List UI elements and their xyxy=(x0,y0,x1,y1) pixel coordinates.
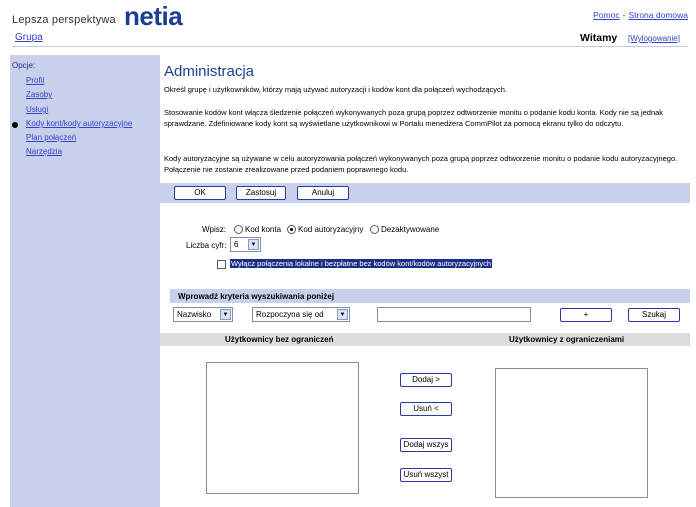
logo-wordmark: netia xyxy=(124,1,183,31)
welcome-text: Witamy xyxy=(580,32,618,44)
logo-tagline: Lepsza perspektywa xyxy=(12,14,116,26)
search-field-select[interactable]: Nazwisko ▼ xyxy=(173,307,233,322)
unrestricted-users-title: Użytkownicy bez ograniczeń xyxy=(225,335,334,344)
radio-authorization-code-label: Kod autoryzacyjny xyxy=(298,225,364,234)
sidebar: Opcje: Profil Zasoby Usługi Kody kont/ko… xyxy=(10,55,160,507)
radio-authorization-code[interactable] xyxy=(287,225,296,234)
search-field-value: Nazwisko xyxy=(177,310,212,319)
sidebar-item-services[interactable]: Usługi xyxy=(26,105,48,114)
digits-select[interactable]: 6 ▼ xyxy=(230,237,261,252)
sidebar-item-profile[interactable]: Profil xyxy=(26,76,44,85)
radio-account-code[interactable] xyxy=(234,225,243,234)
description-intro: Określ grupę i użytkowników, którzy mają… xyxy=(164,85,508,94)
page-title: Administracja xyxy=(164,63,255,80)
chevron-down-icon: ▼ xyxy=(248,239,259,250)
unrestricted-users-list[interactable] xyxy=(206,362,359,494)
cancel-button[interactable]: Anuluj xyxy=(297,186,349,200)
sidebar-item-account-codes[interactable]: Kody kont/kody autoryzacyjne xyxy=(26,119,132,128)
radio-deactivated[interactable] xyxy=(370,225,379,234)
type-label: Wpisz: xyxy=(202,225,226,234)
user-lists-header: Użytkownicy bez ograniczeń Użytkownicy z… xyxy=(160,333,690,346)
remove-user-button[interactable]: Usuń < xyxy=(400,402,452,416)
home-link[interactable]: Strona domowa xyxy=(628,10,688,20)
remove-all-users-button[interactable]: Usuń wszyst xyxy=(400,468,452,482)
digits-select-value: 6 xyxy=(234,240,239,249)
top-links: Pomoc - Strona domowa xyxy=(593,10,688,20)
restricted-users-title: Użytkownicy z ograniczeniami xyxy=(509,335,625,344)
group-link[interactable]: Grupa xyxy=(15,32,43,43)
logout-link[interactable]: [Wylogowanie] xyxy=(628,34,680,43)
add-all-users-button[interactable]: Dodaj wszys xyxy=(400,438,452,452)
action-bar: OK Zastosuj Anuluj xyxy=(160,183,690,203)
apply-button[interactable]: Zastosuj xyxy=(236,186,286,200)
chevron-down-icon: ▼ xyxy=(337,309,348,320)
chevron-down-icon: ▼ xyxy=(220,309,231,320)
search-mode-value: Rozpoczyna się od xyxy=(256,310,324,319)
radio-account-code-label: Kod konta xyxy=(245,225,282,234)
search-button[interactable]: Szukaj xyxy=(628,308,680,322)
sidebar-item-tools[interactable]: Narzędzia xyxy=(26,147,62,156)
radio-deactivated-label: Dezaktywowane xyxy=(381,225,440,234)
search-input[interactable] xyxy=(377,307,531,322)
sidebar-title: Opcje: xyxy=(12,61,36,70)
search-criteria-bar: Wprowadź kryteria wyszukiwania poniżej xyxy=(170,289,690,303)
netia-logo: netia xyxy=(124,1,183,32)
sidebar-item-resources[interactable]: Zasoby xyxy=(26,90,52,99)
add-user-button[interactable]: Dodaj > xyxy=(400,373,452,387)
disable-local-calls-checkbox[interactable] xyxy=(217,260,226,269)
ok-button[interactable]: OK xyxy=(174,186,226,200)
link-separator: - xyxy=(622,10,626,20)
add-criteria-button[interactable]: + xyxy=(560,308,612,322)
sidebar-item-call-plan[interactable]: Plan połączeń xyxy=(26,133,76,142)
digits-label: Liczba cyfr: xyxy=(186,241,227,250)
search-mode-select[interactable]: Rozpoczyna się od ▼ xyxy=(252,307,350,322)
disable-local-calls-label: Wyłącz połączenia lokalne i bezpłatne be… xyxy=(230,259,493,268)
description-authorization-codes: Kody autoryzacyjne są używane w celu aut… xyxy=(164,154,678,174)
header-divider xyxy=(12,46,687,47)
active-bullet-icon xyxy=(12,122,18,128)
restricted-users-list[interactable] xyxy=(495,368,648,498)
help-link[interactable]: Pomoc xyxy=(593,10,619,20)
main-panel: Administracja Określ grupę i użytkownikó… xyxy=(160,55,690,507)
description-account-codes: Stosowanie kodów kont włącza śledzenie p… xyxy=(164,108,664,128)
search-criteria-title: Wprowadź kryteria wyszukiwania poniżej xyxy=(178,292,335,301)
